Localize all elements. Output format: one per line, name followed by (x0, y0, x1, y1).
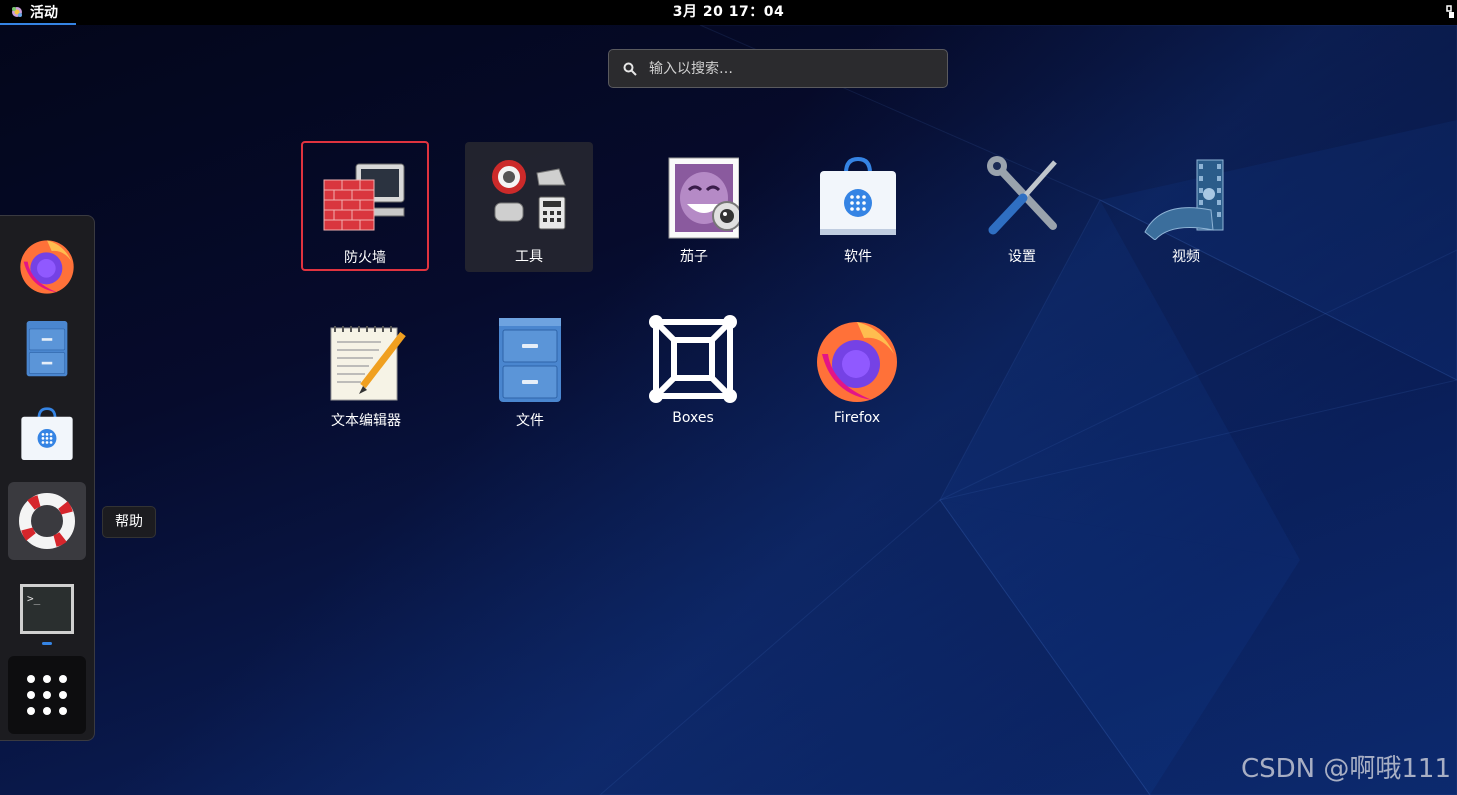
show-apps-icon (27, 675, 67, 715)
text-editor-icon (321, 314, 411, 404)
app-label: 茄子 (680, 249, 708, 265)
app-settings[interactable]: 设置 (958, 142, 1086, 272)
cheese-icon (649, 150, 739, 240)
app-label: 工具 (515, 249, 543, 265)
utilities-folder-icon (484, 150, 574, 240)
files-cabinet-icon (26, 321, 68, 377)
watermark: CSDN @啊哦111 (1240, 754, 1451, 784)
app-label: 文件 (516, 413, 544, 429)
app-firewall[interactable]: 防火墙 (301, 141, 429, 271)
app-files[interactable]: 文件 (466, 306, 594, 436)
dash-tooltip: 帮助 (102, 506, 156, 538)
files-cabinet-icon (485, 314, 575, 404)
terminal-icon: >_ (20, 584, 74, 634)
app-software[interactable]: 软件 (794, 142, 922, 272)
app-cheese[interactable]: 茄子 (630, 142, 758, 272)
app-videos[interactable]: 视频 (1122, 142, 1250, 272)
dash-firefox[interactable] (8, 226, 86, 304)
app-label: 防火墙 (344, 250, 386, 266)
app-boxes[interactable]: Boxes (629, 306, 757, 436)
app-label: 文本编辑器 (331, 413, 401, 429)
firefox-icon (20, 240, 74, 294)
search-input[interactable] (647, 59, 931, 78)
app-label: 视频 (1172, 249, 1200, 265)
dash-software[interactable] (8, 394, 86, 472)
system-menu-icon[interactable] (1445, 4, 1455, 20)
running-indicator (42, 642, 52, 645)
app-label: 设置 (1008, 249, 1036, 265)
firewall-icon (320, 151, 410, 241)
app-label: 软件 (844, 249, 872, 265)
boxes-icon (648, 314, 738, 404)
app-firefox[interactable]: Firefox (793, 306, 921, 436)
firefox-icon (812, 314, 902, 404)
app-label: Boxes (672, 410, 714, 426)
app-utilities-folder[interactable]: 工具 (465, 142, 593, 272)
help-icon (19, 493, 75, 549)
videos-icon (1141, 150, 1231, 240)
dash: >_ (0, 215, 95, 741)
top-bar: 活动 3月 20 17：04 (0, 0, 1457, 25)
app-label: Firefox (833, 410, 881, 426)
software-icon (21, 407, 73, 460)
dash-help[interactable] (8, 482, 86, 560)
clock[interactable]: 3月 20 17：04 (0, 0, 1457, 25)
settings-tools-icon (977, 150, 1067, 240)
dash-terminal[interactable]: >_ (8, 570, 86, 648)
software-icon (813, 150, 903, 240)
dash-files[interactable] (8, 309, 86, 387)
search-box[interactable] (608, 49, 948, 88)
show-apps-button[interactable] (8, 656, 86, 734)
app-text-editor[interactable]: 文本编辑器 (302, 306, 430, 436)
search-icon (623, 62, 637, 76)
svg-text:>_: >_ (27, 592, 41, 605)
